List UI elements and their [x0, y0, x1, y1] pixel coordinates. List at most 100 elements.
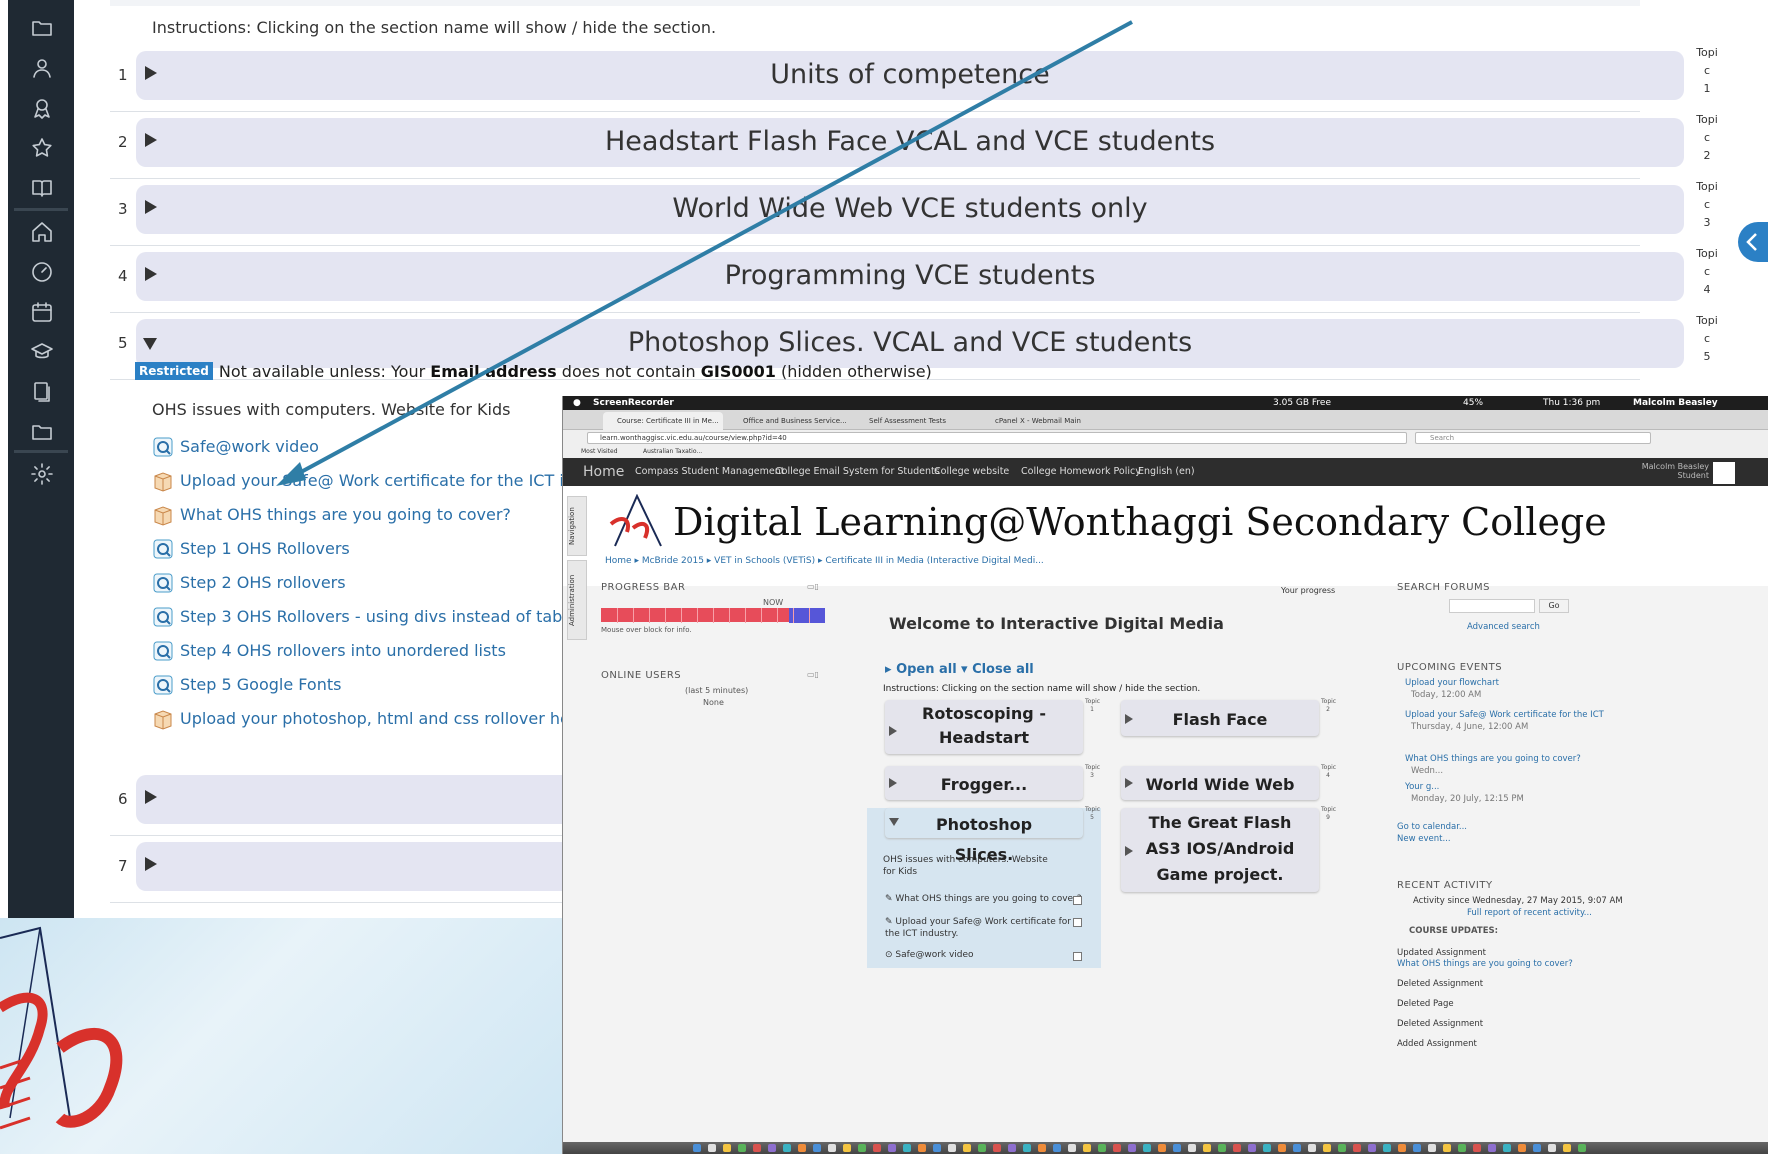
- dock-app-icon[interactable]: [753, 1144, 761, 1152]
- dock-app-icon[interactable]: [888, 1144, 896, 1152]
- completion-checkbox-2[interactable]: [1073, 918, 1082, 927]
- topic-toggle-4[interactable]: Programming VCE students: [136, 252, 1684, 301]
- users-icon[interactable]: [30, 56, 54, 80]
- browser-search-field[interactable]: Search: [1415, 432, 1651, 444]
- book-icon[interactable]: [30, 176, 54, 200]
- dock-app-icon[interactable]: [1233, 1144, 1241, 1152]
- nav-home[interactable]: Home: [583, 458, 624, 486]
- dock-app-icon[interactable]: [1413, 1144, 1421, 1152]
- section-tile-5[interactable]: Photoshop Slices.: [885, 808, 1083, 864]
- upcoming-event-link-2[interactable]: Upload your Safe@ Work certificate for t…: [1405, 710, 1605, 720]
- dock-app-icon[interactable]: [1443, 1144, 1451, 1152]
- dock-app-icon[interactable]: [1488, 1144, 1496, 1152]
- completion-checkbox-3[interactable]: [1073, 952, 1082, 961]
- badge-icon[interactable]: [30, 96, 54, 120]
- folder-icon-2[interactable]: [30, 420, 54, 444]
- section-tile-2[interactable]: Flash Face: [1121, 700, 1319, 736]
- site-title[interactable]: Digital Learning@Wonthaggi Secondary Col…: [673, 500, 1607, 544]
- nav-homework-policy[interactable]: College Homework Policy: [1021, 458, 1141, 486]
- dock-app-icon[interactable]: [1473, 1144, 1481, 1152]
- settings-gear-icon[interactable]: [30, 462, 54, 486]
- dock-app-icon[interactable]: [828, 1144, 836, 1152]
- browser-tab-1[interactable]: Course: Certificate III in Me...: [603, 412, 723, 430]
- browser-tab-2[interactable]: Office and Business Service...: [729, 412, 849, 430]
- dock-app-icon[interactable]: [1173, 1144, 1181, 1152]
- section-tile-4[interactable]: World Wide Web: [1121, 766, 1319, 800]
- dock-app-icon[interactable]: [903, 1144, 911, 1152]
- drawer-toggle[interactable]: [1738, 222, 1768, 262]
- dock-app-icon[interactable]: [1458, 1144, 1466, 1152]
- dock-app-icon[interactable]: [1113, 1144, 1121, 1152]
- dashboard-icon[interactable]: [30, 260, 54, 284]
- files-icon[interactable]: [30, 380, 54, 404]
- dock-app-icon[interactable]: [858, 1144, 866, 1152]
- nav-user-info[interactable]: Malcolm Beasley Student: [1642, 462, 1709, 480]
- forum-search-input[interactable]: [1449, 599, 1535, 613]
- block-controls-icon-2[interactable]: ▭▯: [807, 670, 819, 679]
- recent-activity-link[interactable]: What OHS things are you going to cover?: [1397, 959, 1573, 969]
- dock-app-icon[interactable]: [1053, 1144, 1061, 1152]
- dock-app-icon[interactable]: [813, 1144, 821, 1152]
- dock-app-icon[interactable]: [1308, 1144, 1316, 1152]
- dock-app-icon[interactable]: [723, 1144, 731, 1152]
- dock-app-icon[interactable]: [1128, 1144, 1136, 1152]
- nav-compass[interactable]: Compass Student Management: [635, 458, 784, 486]
- dock-app-icon[interactable]: [1428, 1144, 1436, 1152]
- dock-app-icon[interactable]: [993, 1144, 1001, 1152]
- dock-app-icon[interactable]: [783, 1144, 791, 1152]
- dock-app-icon[interactable]: [738, 1144, 746, 1152]
- topic-toggle-1[interactable]: Units of competence: [136, 51, 1684, 100]
- dock-app-icon[interactable]: [1353, 1144, 1361, 1152]
- advanced-search-link[interactable]: Advanced search: [1467, 622, 1540, 632]
- dock-app-icon[interactable]: [978, 1144, 986, 1152]
- dock-app-icon[interactable]: [1563, 1144, 1571, 1152]
- dock-app-icon[interactable]: [1578, 1144, 1586, 1152]
- dock-app-icon[interactable]: [1368, 1144, 1376, 1152]
- nav-language[interactable]: English (en): [1138, 458, 1195, 486]
- dock-app-icon[interactable]: [1098, 1144, 1106, 1152]
- bookmark-australian-taxation[interactable]: Australian Taxatio...: [643, 446, 702, 458]
- dock-app-icon[interactable]: [1548, 1144, 1556, 1152]
- dock-app-icon[interactable]: [693, 1144, 701, 1152]
- full-report-link[interactable]: Full report of recent activity...: [1467, 908, 1592, 918]
- dock-app-icon[interactable]: [1023, 1144, 1031, 1152]
- topic-toggle-3[interactable]: World Wide Web VCE students only: [136, 185, 1684, 234]
- home-icon[interactable]: [30, 220, 54, 244]
- dock-app-icon[interactable]: [843, 1144, 851, 1152]
- navigation-dock-tab[interactable]: Navigation: [567, 496, 587, 556]
- dock-app-icon[interactable]: [1158, 1144, 1166, 1152]
- dock-app-icon[interactable]: [1143, 1144, 1151, 1152]
- your-progress-label[interactable]: Your progress: [1281, 586, 1335, 595]
- open-all-link[interactable]: ▸ Open all: [885, 662, 957, 677]
- dock-app-icon[interactable]: [1248, 1144, 1256, 1152]
- dock-app-icon[interactable]: [1068, 1144, 1076, 1152]
- topic-toggle-5[interactable]: Photoshop Slices. VCAL and VCE students: [136, 319, 1684, 368]
- dock-app-icon[interactable]: [1518, 1144, 1526, 1152]
- browser-tab-3[interactable]: Self Assessment Tests: [855, 412, 975, 430]
- open-item-1[interactable]: ✎ What OHS things are you going to cover…: [885, 894, 1082, 904]
- star-icon[interactable]: [30, 136, 54, 160]
- graduation-cap-icon[interactable]: [30, 340, 54, 364]
- progress-bar[interactable]: [601, 608, 825, 623]
- dock-app-icon[interactable]: [1383, 1144, 1391, 1152]
- upcoming-event-link-3[interactable]: What OHS things are you going to cover?: [1405, 754, 1581, 764]
- open-item-3[interactable]: ⊙ Safe@work video: [885, 950, 974, 960]
- administration-dock-tab[interactable]: Administration: [567, 560, 587, 640]
- dock-app-icon[interactable]: [1503, 1144, 1511, 1152]
- dock-app-icon[interactable]: [1008, 1144, 1016, 1152]
- dock-app-icon[interactable]: [1263, 1144, 1271, 1152]
- dock-app-icon[interactable]: [708, 1144, 716, 1152]
- dock-app-icon[interactable]: [1083, 1144, 1091, 1152]
- dock-app-icon[interactable]: [1293, 1144, 1301, 1152]
- dock-app-icon[interactable]: [1323, 1144, 1331, 1152]
- breadcrumb[interactable]: Home ▸ McBride 2015 ▸ VET in Schools (VE…: [605, 556, 1044, 566]
- upcoming-event-link-4[interactable]: Your g...: [1405, 782, 1439, 792]
- nav-college-email[interactable]: College Email System for Students: [775, 458, 940, 486]
- folder-icon[interactable]: [30, 16, 54, 40]
- block-controls-icon[interactable]: ▭▯: [807, 582, 819, 591]
- dock-app-icon[interactable]: [1203, 1144, 1211, 1152]
- browser-tab-4[interactable]: cPanel X - Webmail Main: [981, 412, 1101, 430]
- new-event-link[interactable]: New event...: [1397, 834, 1451, 844]
- upcoming-event-link-1[interactable]: Upload your flowchart: [1405, 678, 1499, 688]
- forum-search-go-button[interactable]: Go: [1539, 599, 1569, 613]
